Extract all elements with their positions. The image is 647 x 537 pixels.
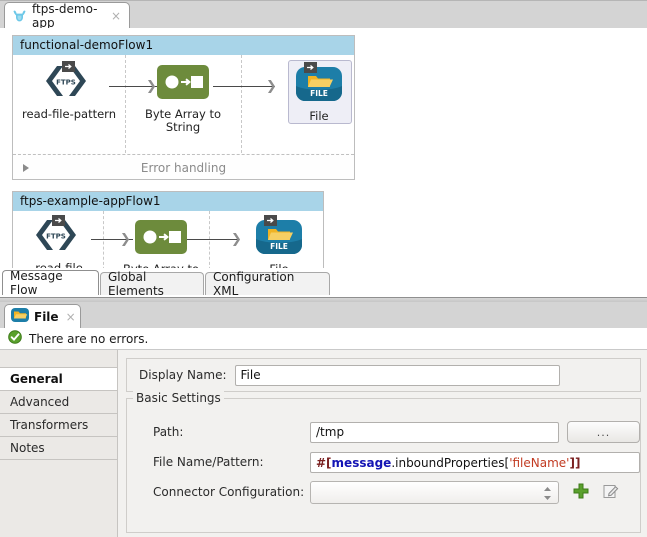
side-tab-advanced[interactable]: Advanced [0,391,117,414]
node-graphic: FILE [231,215,327,260]
mule-icon [12,9,27,23]
svg-text:FILE: FILE [270,242,288,251]
error-handling-label: Error handling [140,160,227,175]
path-browse-button[interactable]: ... [567,421,640,443]
lane-divider [241,55,242,153]
file-name-pattern-row: File Name/Pattern: #[message.inboundProp… [127,449,640,475]
side-tab-spacer [0,350,117,368]
lane-divider [125,55,126,153]
byte-array-to-string-icon [135,219,187,257]
display-name-input[interactable] [234,364,560,386]
flow-header: ftps-example-appFlow1 [13,192,323,211]
editor-bottom-tabs: Message Flow Global Elements Configurati… [0,269,647,297]
node-graphic: FTPS [11,215,107,259]
node-label: File [231,263,327,269]
node-graphic: FILE [271,62,367,107]
editor-tab-strip: ftps-demo-app × [0,0,647,30]
error-handling-bar[interactable]: Error handling [13,154,354,180]
arrow-badge [264,215,277,229]
status-text: There are no errors. [29,331,149,346]
edit-connector-icon[interactable] [603,483,619,498]
flow-node-read-file[interactable]: FTPS read-file [11,215,107,268]
add-connector-icon[interactable] [573,483,589,499]
file-endpoint-icon: FILE [256,219,302,257]
file-name-pattern-label: File Name/Pattern: [153,455,264,469]
node-label: Byte Array to [113,263,209,269]
connector-configuration-label: Connector Configuration: [153,485,305,499]
svg-text:FTPS: FTPS [56,78,76,86]
flow-node-file[interactable]: FILE File [231,215,327,269]
tab-message-flow[interactable]: Message Flow [2,269,99,297]
flow-node-byte-array-to-string[interactable]: Byte Array to String [135,61,231,134]
svg-text:FILE: FILE [310,89,328,98]
properties-body: General Advanced Transformers Notes Disp… [0,350,647,537]
properties-view: File × There are no errors. General Adva… [0,302,647,537]
expr-token: 'fileName' [509,455,570,470]
arrow-badge [52,215,65,229]
node-label: read-file [35,261,83,269]
arrow-badge [62,61,75,75]
properties-side-tabs: General Advanced Transformers Notes [0,350,118,537]
basic-settings-legend: Basic Settings [133,391,224,405]
properties-tab-label: File [34,309,59,324]
file-folder-icon [11,308,29,325]
editor-tab-label: ftps-demo-app [32,1,98,30]
tab-label: Global Elements [108,270,164,297]
flow-body: ❯ ❯ FTPS [13,55,354,153]
close-icon[interactable]: × [111,10,121,22]
path-row: Path: ... [127,419,640,445]
expr-token: message [331,455,392,470]
tab-label: Message Flow [10,269,63,297]
path-label: Path: [153,425,184,439]
success-check-icon [8,330,22,347]
flow-functional-demoFlow1[interactable]: functional-demoFlow1 ❯ ❯ FTPS read-file-… [12,35,355,180]
side-tab-general[interactable]: General [0,368,117,391]
flow-editor: ftps-demo-app × functional-demoFlow1 ❯ ❯ [0,0,647,297]
expr-token: ]] [569,455,581,470]
tab-global-elements[interactable]: Global Elements [100,270,204,297]
flow-node-read-file-pattern[interactable]: FTPS read-file-pattern [21,61,117,121]
flow-canvas[interactable]: functional-demoFlow1 ❯ ❯ FTPS read-file-… [0,28,647,268]
expr-token: .inboundProperties[ [391,455,510,470]
flow-node-byte-array-to-string[interactable]: Byte Array to [113,216,209,268]
properties-tab-strip: File × [0,302,647,328]
flow-header: functional-demoFlow1 [13,36,354,55]
file-endpoint-icon: FILE [296,66,342,104]
arrow-badge [304,62,317,76]
flow-ftps-example-appFlow1[interactable]: ftps-example-appFlow1 ❯ ❯ FTPS read-file… [12,191,324,268]
side-tab-notes[interactable]: Notes [0,437,117,460]
node-graphic: FTPS [21,61,117,105]
tab-configuration-xml[interactable]: Configuration XML [205,270,330,297]
flow-node-file[interactable]: FILE File [271,62,367,123]
connector-configuration-select[interactable] [310,480,559,504]
node-label: Byte Array to String [144,107,222,134]
node-graphic [113,216,209,260]
svg-text:FTPS: FTPS [46,232,66,240]
file-name-pattern-input[interactable]: #[message.inboundProperties['fileName']] [310,451,640,473]
node-graphic [135,61,231,105]
collapsed-triangle-icon[interactable] [23,164,29,172]
display-name-group: Display Name: [126,358,641,392]
status-bar: There are no errors. [0,328,647,350]
path-input[interactable] [310,421,559,443]
display-name-label: Display Name: [139,368,227,382]
close-icon[interactable]: × [66,311,76,323]
byte-array-to-string-icon [157,64,209,102]
editor-tab-ftps-demo-app[interactable]: ftps-demo-app × [4,1,130,30]
node-label: File [309,109,329,123]
tab-label: Configuration XML [213,270,295,297]
flow-body: ❯ ❯ FTPS [13,211,323,268]
properties-tab-file[interactable]: File × [4,304,81,328]
properties-form: Display Name: Basic Settings Path: ... F… [118,350,647,537]
connector-configuration-row: Connector Configuration: [127,479,640,505]
mule-studio-window: ftps-demo-app × functional-demoFlow1 ❯ ❯ [0,0,647,537]
side-tab-transformers[interactable]: Transformers [0,414,117,437]
node-label: read-file-pattern [22,107,116,121]
basic-settings-group: Basic Settings Path: ... File Name/Patte… [126,391,641,533]
expr-token: #[ [316,455,332,470]
spinner-arrows-icon[interactable] [543,485,552,502]
